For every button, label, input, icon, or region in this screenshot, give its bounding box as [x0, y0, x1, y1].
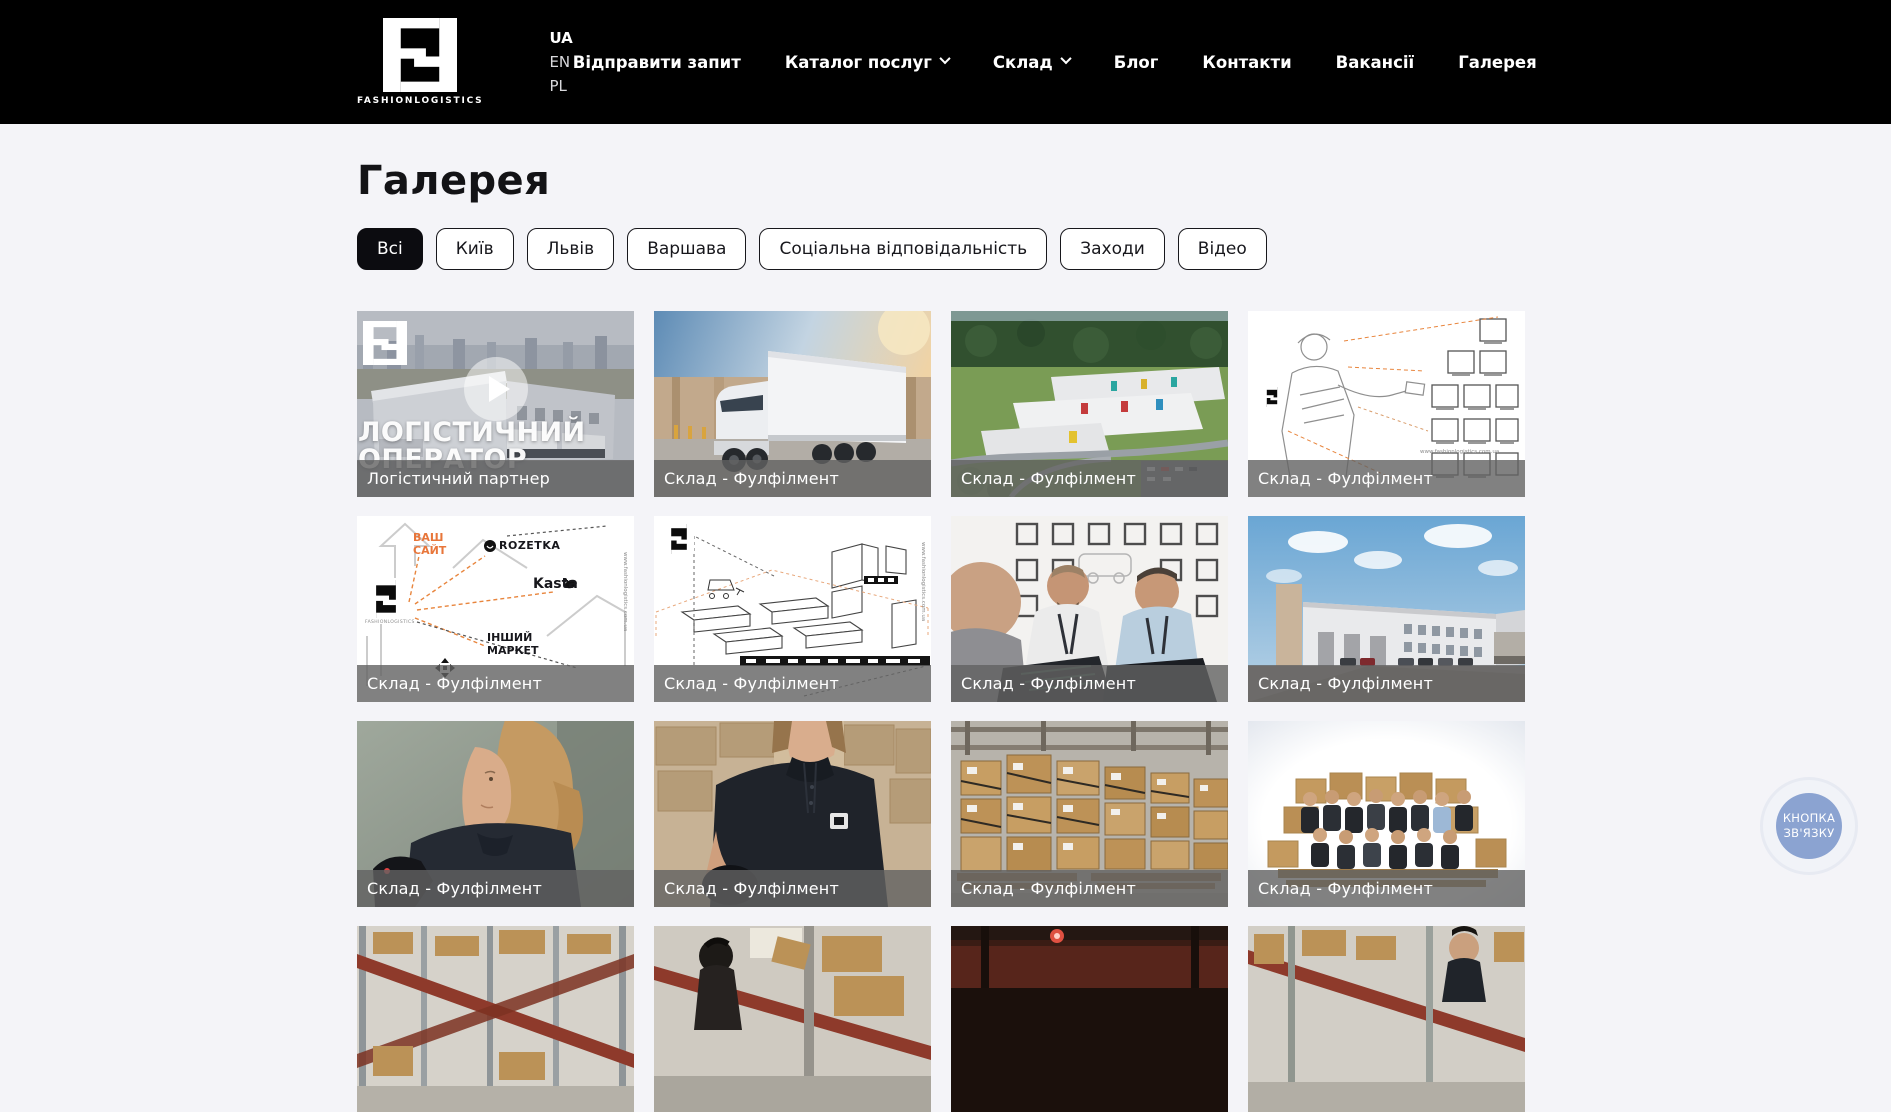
filter-lviv[interactable]: Львів [527, 228, 615, 270]
tile-caption: Склад - Фулфілмент [654, 665, 931, 702]
brand-logo-icon [383, 18, 457, 92]
tile-caption-text: Склад - Фулфілмент [367, 674, 542, 693]
contact-floating-button-label: КНОПКА ЗВ'ЯЗКУ [1776, 793, 1842, 859]
tile-caption-text: Склад - Фулфілмент [1258, 674, 1433, 693]
fl-logo-dark-icon [367, 580, 405, 618]
tile-caption-text: Склад - Фулфілмент [367, 879, 542, 898]
tile-caption-text: Склад - Фулфілмент [1258, 469, 1433, 488]
gallery-tile-rack-person-2[interactable] [1248, 926, 1525, 1112]
gallery-photo [1248, 926, 1525, 1112]
main-content: Галерея Всі Київ Львів Варшава Соціальна від… [357, 158, 1527, 1112]
tile-caption-text: Склад - Фулфілмент [961, 879, 1136, 898]
nav-item-label: Вакансії [1336, 53, 1415, 72]
gallery-photo [654, 926, 931, 1112]
tile-caption: Логістичний партнер [357, 460, 634, 497]
watermark-url: www.fashionlogistics.com.ua [920, 542, 926, 621]
nav-item-gallery[interactable]: Галерея [1458, 53, 1537, 72]
gallery-tile-boxes[interactable]: Склад - Фулфілмент [951, 721, 1228, 907]
filter-events[interactable]: Заходи [1060, 228, 1165, 270]
gallery-tile-video-warehouse[interactable]: ЛОГІСТИЧНИЙОПЕРАТОРЛогістичний партнер [357, 311, 634, 497]
site-header: FASHIONLOGISTICS UA EN PL Відправити запит… [0, 0, 1891, 124]
play-icon [489, 376, 510, 402]
tile-caption: Склад - Фулфілмент [654, 460, 931, 497]
filter-kyiv[interactable]: Київ [436, 228, 514, 270]
lang-ua[interactable]: UA [549, 31, 572, 46]
nav-item-vacancies[interactable]: Вакансії [1336, 53, 1415, 72]
nav-item-label: Склад [993, 53, 1053, 72]
tile-caption-text: Склад - Фулфілмент [664, 879, 839, 898]
tile-caption: Склад - Фулфілмент [654, 870, 931, 907]
chevron-down-icon [1060, 53, 1071, 64]
tile-caption: Склад - Фулфілмент [1248, 460, 1525, 497]
page-title: Галерея [357, 158, 1527, 204]
tile-caption: Склад - Фулфілмент [357, 870, 634, 907]
lang-en[interactable]: EN [549, 55, 572, 70]
tile-caption-text: Склад - Фулфілмент [664, 674, 839, 693]
filter-social-responsibility[interactable]: Соціальна відповідальність [759, 228, 1047, 270]
contact-button-line1: КНОПКА [1783, 811, 1835, 826]
gallery-tile-truck[interactable]: Склад - Фулфілмент [654, 311, 931, 497]
gallery-tile-aerial-park[interactable]: Склад - Фулфілмент [951, 311, 1228, 497]
gallery-photo [357, 926, 634, 1112]
gallery-photo [951, 926, 1228, 1112]
gallery-tile-dark-laser[interactable] [951, 926, 1228, 1112]
tile-caption: Склад - Фулфілмент [1248, 665, 1525, 702]
diagram-label-kasta: Kasta [533, 576, 578, 592]
brand[interactable]: FASHIONLOGISTICS [357, 18, 483, 106]
nav-item-label: Каталог послуг [785, 53, 932, 72]
filter-video[interactable]: Відео [1178, 228, 1267, 270]
chevron-down-icon [939, 53, 950, 64]
gallery-tile-drawing-worker[interactable]: www.fashionlogistics.com.ua Склад - Фулфі… [1248, 311, 1525, 497]
language-switcher: UA EN PL [549, 31, 572, 94]
tile-caption-text: Логістичний партнер [367, 469, 550, 488]
watermark-url: www.fashionlogistics.com.ua [622, 552, 628, 631]
tile-caption-text: Склад - Фулфілмент [961, 674, 1136, 693]
fl-logo-overlay-icon [363, 321, 407, 365]
nav-item-blog[interactable]: Блог [1114, 53, 1159, 72]
filter-warsaw[interactable]: Варшава [627, 228, 746, 270]
nav-item-contacts[interactable]: Контакти [1202, 53, 1291, 72]
contact-floating-button[interactable]: КНОПКА ЗВ'ЯЗКУ [1763, 780, 1855, 872]
gallery-tile-rack-aisle[interactable] [357, 926, 634, 1112]
gallery-tile-building-ext[interactable]: Склад - Фулфілмент [1248, 516, 1525, 702]
tile-caption-text: Склад - Фулфілмент [664, 469, 839, 488]
diagram-label-rozetka: ROZETKA [499, 540, 560, 553]
contact-button-line2: ЗВ'ЯЗКУ [1783, 826, 1834, 841]
brand-name: FASHIONLOGISTICS [357, 96, 483, 106]
tile-caption-text: Склад - Фулфілмент [1258, 879, 1433, 898]
gallery-filters: Всі Київ Львів Варшава Соціальна відповідаль… [357, 228, 1527, 270]
gallery-tile-diagram-warehouse[interactable]: www.fashionlogistics.com.ua Склад - Фулфі… [654, 516, 931, 702]
gallery-tile-diagram-marketplaces[interactable]: ВАШ САЙТ ROZETKA Kasta ІНШИЙ МАРКЕТ FASHIONL… [357, 516, 634, 702]
gallery-tile-team[interactable]: Склад - Фулфілмент [1248, 721, 1525, 907]
tile-caption: Склад - Фулфілмент [951, 870, 1228, 907]
gallery-tile-office-men[interactable]: Склад - Фулфілмент [951, 516, 1228, 702]
lang-pl[interactable]: PL [549, 79, 572, 94]
nav-item-warehouse[interactable]: Склад [993, 53, 1070, 72]
diagram-label-other-market: ІНШИЙ МАРКЕТ [487, 632, 551, 657]
video-title-line1: ЛОГІСТИЧНИЙ [358, 420, 585, 446]
gallery-tile-rack-person[interactable] [654, 926, 931, 1112]
gallery-tile-woman-polo[interactable]: Склад - Фулфілмент [654, 721, 931, 907]
fl-logo-dark-icon [1262, 387, 1282, 407]
nav-item-send-request[interactable]: Відправити запит [573, 53, 741, 72]
nav-item-label: Контакти [1202, 53, 1291, 72]
main-nav: Відправити запит Каталог послуг Склад Блог К… [573, 53, 1537, 72]
nav-item-label: Блог [1114, 53, 1159, 72]
gallery-tile-woman-scanner[interactable]: Склад - Фулфілмент [357, 721, 634, 907]
nav-item-label: Відправити запит [573, 53, 741, 72]
watermark-url: www.fashionlogistics.com.ua [1420, 449, 1499, 455]
tile-caption: Склад - Фулфілмент [951, 460, 1228, 497]
diagram-label-your-site: ВАШ САЙТ [413, 532, 459, 557]
gallery-grid: ЛОГІСТИЧНИЙОПЕРАТОРЛогістичний партнер Ск… [357, 311, 1527, 1112]
fl-logo-wordmark: FASHIONLOGISTICS [365, 620, 415, 625]
tile-caption-text: Склад - Фулфілмент [961, 469, 1136, 488]
fl-logo-dark-icon [664, 524, 694, 554]
nav-item-label: Галерея [1458, 53, 1537, 72]
play-button[interactable] [464, 357, 528, 421]
nav-item-services-catalog[interactable]: Каталог послуг [785, 53, 949, 72]
tile-caption: Склад - Фулфілмент [357, 665, 634, 702]
tile-caption: Склад - Фулфілмент [1248, 870, 1525, 907]
filter-all[interactable]: Всі [357, 228, 423, 270]
tile-caption: Склад - Фулфілмент [951, 665, 1228, 702]
